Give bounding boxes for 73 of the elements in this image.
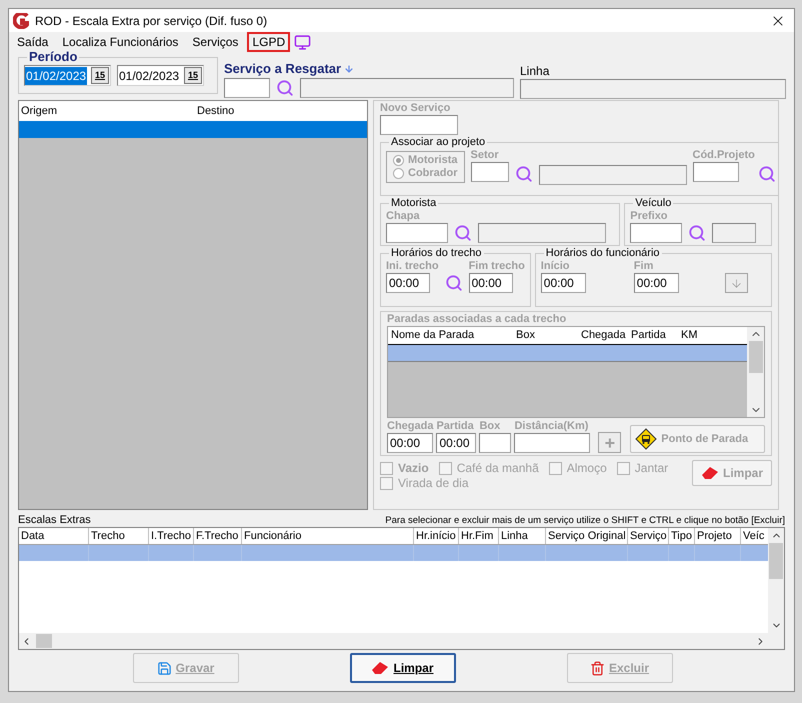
date-field[interactable]: 01/02/2023 15 bbox=[117, 65, 204, 86]
hint-text: Para selecionar e excluir mais de um serviço utilize o SHIFT e CTRL e clique no botão [Excluir] bbox=[385, 515, 785, 526]
field-label: Partida bbox=[436, 420, 475, 433]
date-field[interactable]: 01/02/2023 15 bbox=[24, 65, 111, 86]
group-title: Veículo bbox=[634, 197, 672, 210]
menu-item[interactable]: Saída bbox=[12, 32, 54, 52]
group-title: Horários do funcionário bbox=[544, 247, 661, 260]
field-label: Cód.Projeto bbox=[692, 149, 755, 162]
scroll-thumb[interactable] bbox=[769, 543, 783, 579]
radio-label: Cobrador bbox=[408, 167, 458, 180]
checkbox-label: Vazio bbox=[398, 461, 429, 475]
column-header[interactable]: Origem bbox=[19, 102, 195, 119]
field-label: Serviço a Resgatar bbox=[224, 60, 342, 78]
group-title: Motorista bbox=[390, 197, 438, 210]
action-button[interactable]: Limpar bbox=[350, 653, 456, 683]
column-header[interactable]: I.Trecho bbox=[149, 528, 194, 544]
checkbox-label: Almoço bbox=[566, 461, 607, 475]
window-title: ROD - Escala Extra por serviço (Dif. fuso 0) bbox=[35, 12, 268, 30]
scroll-thumb[interactable] bbox=[36, 634, 52, 648]
line-field[interactable] bbox=[520, 79, 786, 99]
checkbox-label: Café da manhã bbox=[456, 461, 539, 475]
column-header[interactable]: Serviço bbox=[628, 528, 669, 544]
field-label: Fim trecho bbox=[468, 260, 525, 273]
field-label: Box bbox=[479, 420, 502, 433]
checkbox-label: Jantar bbox=[634, 461, 668, 475]
column-header[interactable]: Linha bbox=[499, 528, 546, 544]
field-label: Chapa bbox=[386, 210, 421, 223]
trash-icon bbox=[590, 660, 605, 676]
group-title: Paradas associadas a cada trecho bbox=[387, 312, 568, 326]
checkbox-label: Virada de dia bbox=[398, 476, 468, 490]
field-label: Linha bbox=[520, 63, 550, 79]
eraser-icon bbox=[700, 466, 719, 480]
eraser-icon bbox=[371, 661, 390, 675]
calendar-button[interactable]: 15 bbox=[184, 67, 202, 84]
scroll-thumb[interactable] bbox=[748, 341, 762, 373]
field-label: Setor bbox=[470, 149, 500, 162]
column-header[interactable]: Projeto bbox=[695, 528, 741, 544]
column-header[interactable]: Hr.início bbox=[414, 528, 459, 544]
search-icon[interactable] bbox=[276, 79, 294, 97]
menu-item[interactable]: Localiza Funcionários bbox=[57, 32, 184, 52]
menu-item[interactable]: Serviços bbox=[187, 32, 244, 52]
column-header[interactable]: Hr.Fim bbox=[459, 528, 499, 544]
column-header[interactable]: Trecho bbox=[89, 528, 149, 544]
field-label: Fim bbox=[634, 260, 654, 273]
column-header[interactable]: F.Trecho bbox=[194, 528, 242, 544]
app-logo-icon bbox=[13, 12, 29, 28]
section-title: Escalas Extras bbox=[18, 514, 91, 526]
field-label: Prefixo bbox=[630, 210, 669, 223]
service-field[interactable] bbox=[224, 78, 270, 98]
service-description-field[interactable] bbox=[300, 78, 514, 98]
field-label: Início bbox=[540, 260, 571, 273]
group-title: Associar ao projeto bbox=[390, 136, 486, 149]
scrollbar[interactable] bbox=[768, 528, 784, 633]
column-header[interactable]: Data bbox=[19, 528, 89, 544]
field-label: Ini. trecho bbox=[386, 260, 439, 273]
column-header[interactable]: Serviço Original bbox=[546, 528, 628, 544]
group-title: Horários do trecho bbox=[390, 247, 482, 260]
group-title: Período bbox=[28, 50, 78, 65]
column-header[interactable]: Funcionário bbox=[242, 528, 414, 544]
monitor-icon[interactable] bbox=[294, 34, 312, 50]
field-label: Novo Serviço bbox=[380, 102, 452, 115]
scrollbar[interactable] bbox=[19, 633, 784, 649]
field-label: Distância(Km) bbox=[514, 420, 590, 433]
arrow-down-icon bbox=[730, 276, 743, 290]
column-header[interactable]: Destino bbox=[195, 102, 365, 119]
field-label: Chegada bbox=[387, 420, 434, 433]
column-header[interactable]: Tipo bbox=[669, 528, 695, 544]
radio-label: Motorista bbox=[408, 154, 458, 167]
bus-sign-icon bbox=[635, 428, 658, 450]
menu-item[interactable]: LGPD bbox=[247, 32, 290, 52]
scrollbar[interactable] bbox=[747, 327, 764, 417]
arrow-down-icon bbox=[344, 64, 354, 74]
calendar-button[interactable]: 15 bbox=[91, 67, 109, 84]
